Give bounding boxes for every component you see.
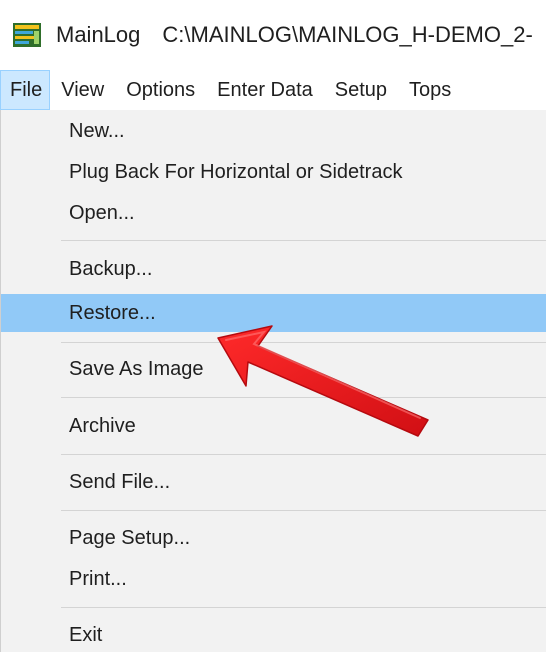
file-menu-archive[interactable]: Archive [1,407,546,445]
file-menu-open[interactable]: Open... [1,194,546,232]
menu-separator [61,607,546,608]
menu-enter-data[interactable]: Enter Data [206,70,324,110]
file-menu-new[interactable]: New... [1,112,546,150]
file-menu-dropdown: New... Plug Back For Horizontal or Sidet… [0,110,546,652]
menu-separator [61,510,546,511]
menu-separator [61,454,546,455]
mainlog-app-icon [12,21,42,49]
file-menu-restore[interactable]: Restore... [1,294,546,332]
menu-separator [61,240,546,241]
menu-separator [61,342,546,343]
menu-file[interactable]: File [0,70,51,110]
menu-separator [61,397,546,398]
title-bar: MainLog C:\MAINLOG\MAINLOG_H-DEMO_2- [0,0,546,70]
file-menu-print[interactable]: Print... [1,560,546,598]
file-menu-save-as-image[interactable]: Save As Image [1,350,546,388]
menu-options[interactable]: Options [115,70,206,110]
menu-bar: File View Options Enter Data Setup Tops [0,70,546,110]
file-menu-exit[interactable]: Exit [1,616,546,654]
file-menu-page-setup[interactable]: Page Setup... [1,519,546,557]
file-menu-backup[interactable]: Backup... [1,250,546,288]
menu-view[interactable]: View [50,70,115,110]
app-title: MainLog [56,22,141,47]
menu-setup[interactable]: Setup [324,70,398,110]
menu-tops[interactable]: Tops [398,70,462,110]
file-menu-send-file[interactable]: Send File... [1,463,546,501]
file-menu-plug-back[interactable]: Plug Back For Horizontal or Sidetrack [1,153,546,191]
window-path: C:\MAINLOG\MAINLOG_H-DEMO_2- [162,22,533,47]
